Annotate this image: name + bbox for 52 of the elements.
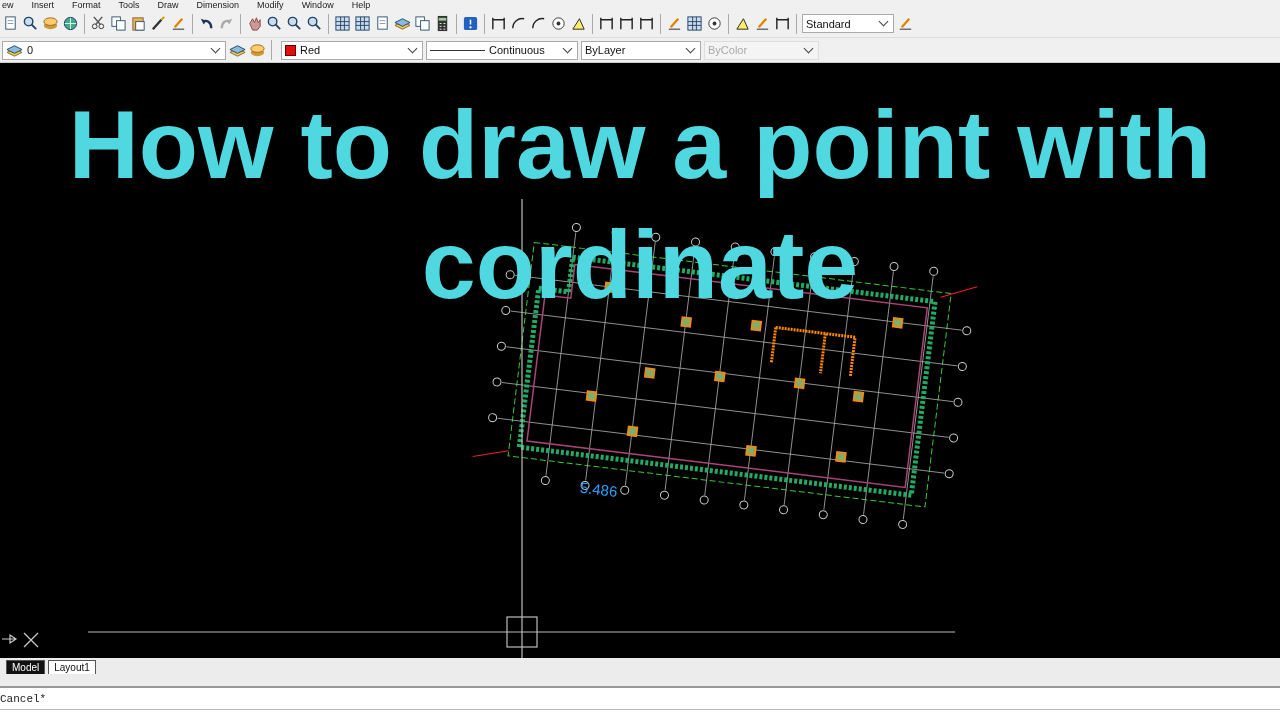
dimension-icon[interactable] <box>598 15 615 32</box>
color-swatch <box>285 44 296 56</box>
layer-dropdown[interactable]: 0 <box>2 40 226 60</box>
ucs-icon <box>1 632 39 648</box>
dimension-icon[interactable] <box>618 15 635 32</box>
pen-icon[interactable] <box>897 15 914 32</box>
grid-icon[interactable] <box>334 15 351 32</box>
dimension-icon[interactable] <box>774 15 791 32</box>
command-history: Cancel* <box>0 688 1280 710</box>
magnifier-icon[interactable] <box>286 15 303 32</box>
menu-item[interactable]: Modify <box>257 0 284 10</box>
page-icon[interactable] <box>2 15 19 32</box>
circle-dot-icon[interactable] <box>550 15 567 32</box>
grid-icon[interactable] <box>686 15 703 32</box>
text-style-dropdown[interactable]: Standard <box>802 14 894 33</box>
linetype-sample <box>430 49 485 51</box>
copy-icon[interactable] <box>414 15 431 32</box>
pen-icon[interactable] <box>666 15 683 32</box>
menu-item[interactable]: ew <box>2 0 14 10</box>
layout-tab[interactable]: Layout1 <box>48 660 96 674</box>
lineweight-dropdown[interactable]: ByLayer <box>581 40 701 60</box>
dimension-text: 5.486 <box>579 478 619 501</box>
pen-icon[interactable] <box>170 15 187 32</box>
menu-item[interactable]: Insert <box>31 0 55 10</box>
page-icon[interactable] <box>374 15 391 32</box>
stack-icon[interactable] <box>249 41 266 59</box>
pen-icon[interactable] <box>754 15 771 32</box>
grid-icon[interactable] <box>354 15 371 32</box>
menu-item[interactable]: Format <box>72 0 101 10</box>
menu-item[interactable]: Draw <box>157 0 179 10</box>
menu-item[interactable]: Dimension <box>196 0 240 10</box>
magnifier-icon[interactable] <box>266 15 283 32</box>
menu-item[interactable]: Help <box>351 0 371 10</box>
color-dropdown[interactable]: Red <box>281 40 423 60</box>
layers-icon[interactable] <box>394 15 411 32</box>
magnifier-icon[interactable] <box>306 15 323 32</box>
triangle-icon[interactable] <box>734 15 751 32</box>
brush-icon[interactable] <box>150 15 167 32</box>
copy-icon[interactable] <box>110 15 127 32</box>
magnifier-icon[interactable] <box>22 15 39 32</box>
help-icon[interactable] <box>462 15 479 32</box>
dimension-icon[interactable] <box>638 15 655 32</box>
linetype-dropdown[interactable]: Continuous <box>426 40 578 60</box>
scissors-icon[interactable] <box>90 15 107 32</box>
dimension-icon[interactable] <box>490 15 507 32</box>
clipboard-icon[interactable] <box>130 15 147 32</box>
globe-icon[interactable] <box>62 15 79 32</box>
circle-dot-icon[interactable] <box>706 15 723 32</box>
layout-tab[interactable]: Model <box>6 660 46 674</box>
triangle-icon[interactable] <box>570 15 587 32</box>
menu-item[interactable]: Tools <box>118 0 140 10</box>
menu-item[interactable]: Window <box>301 0 334 10</box>
